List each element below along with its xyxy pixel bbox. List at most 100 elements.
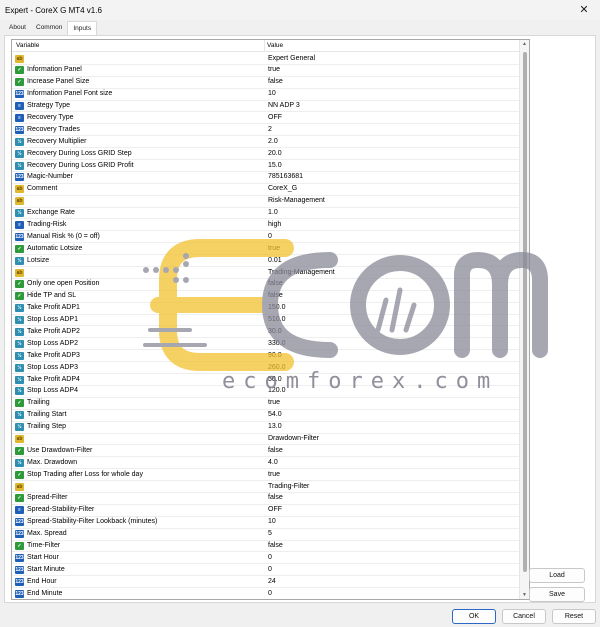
- grid-row[interactable]: ✓ Information Panel true: [12, 65, 520, 77]
- variable-value[interactable]: OFF: [268, 114, 282, 121]
- grid-row[interactable]: ab Risk-Management: [12, 196, 520, 208]
- variable-value[interactable]: true: [268, 245, 280, 252]
- grid-row[interactable]: 123 Recovery Trades 2: [12, 124, 520, 137]
- grid-row[interactable]: ab Trading-Management: [12, 267, 520, 279]
- variable-value[interactable]: 330.0: [268, 340, 286, 347]
- grid-row[interactable]: ✓ Automatic Lotsize true: [12, 243, 520, 256]
- variable-value[interactable]: 150.0: [268, 304, 286, 311]
- variable-value[interactable]: Expert General: [268, 55, 315, 62]
- variable-value[interactable]: Drawdown-Filter: [268, 435, 319, 442]
- grid-row[interactable]: ab Drawdown-Filter: [12, 434, 520, 446]
- scroll-down-icon[interactable]: ▼: [522, 592, 527, 598]
- grid-row[interactable]: ✓ Only one open Position false: [12, 279, 520, 291]
- grid-row[interactable]: 123 Information Panel Font size 10: [12, 89, 520, 101]
- grid-row[interactable]: ≡ Trading-Risk high: [12, 219, 520, 232]
- grid-row[interactable]: ✓ Time-Filter false: [12, 541, 520, 553]
- grid-row[interactable]: 123 End Hour 24: [12, 576, 520, 589]
- variable-value[interactable]: 0: [268, 590, 272, 597]
- variable-value[interactable]: 260.0: [268, 364, 286, 371]
- variable-value[interactable]: 2.0: [268, 138, 278, 145]
- variable-value[interactable]: 24: [268, 578, 276, 585]
- variable-value[interactable]: Trading-Management: [268, 269, 335, 276]
- grid-row[interactable]: ½ Stop Loss ADP1 510.0: [12, 315, 520, 327]
- grid-row[interactable]: ½ Take Profit ADP4 50.0: [12, 374, 520, 386]
- grid-row[interactable]: ✓ Use Drawdown-Filter false: [12, 445, 520, 458]
- variable-value[interactable]: true: [268, 399, 280, 406]
- grid-row[interactable]: ½ Recovery During Loss GRID Profit 15.0: [12, 160, 520, 172]
- variable-value[interactable]: 90.0: [268, 352, 282, 359]
- variable-value[interactable]: 5: [268, 530, 272, 537]
- variable-value[interactable]: 15.0: [268, 162, 282, 169]
- grid-row[interactable]: ½ Recovery Multiplier 2.0: [12, 136, 520, 149]
- grid-row[interactable]: ½ Take Profit ADP3 90.0: [12, 350, 520, 363]
- grid-row[interactable]: 123 End Minute 0: [12, 588, 520, 599]
- grid-row[interactable]: ✓ Spread-Filter false: [12, 493, 520, 505]
- variable-value[interactable]: OFF: [268, 506, 282, 513]
- grid-row[interactable]: ½ Lotsize 0.01: [12, 255, 520, 268]
- variable-value[interactable]: 510.0: [268, 316, 286, 323]
- variable-value[interactable]: 4.0: [268, 459, 278, 466]
- variable-value[interactable]: 10: [268, 518, 276, 525]
- variable-value[interactable]: 30.0: [268, 328, 282, 335]
- grid-row[interactable]: ✓ Hide TP and SL false: [12, 291, 520, 303]
- grid-row[interactable]: ½ Take Profit ADP1 150.0: [12, 303, 520, 315]
- grid-row[interactable]: 123 Start Hour 0: [12, 552, 520, 565]
- grid-row[interactable]: ≡ Strategy Type NN ADP 3: [12, 101, 520, 113]
- load-button[interactable]: Load: [529, 568, 585, 583]
- scroll-up-icon[interactable]: ▲: [522, 41, 527, 47]
- grid-row[interactable]: ab Comment CoreX_G: [12, 184, 520, 196]
- grid-row[interactable]: ½ Stop Loss ADP3 260.0: [12, 362, 520, 375]
- grid-row[interactable]: ½ Max. Drawdown 4.0: [12, 457, 520, 470]
- close-button[interactable]: ✕: [576, 2, 592, 18]
- variable-value[interactable]: false: [268, 280, 283, 287]
- grid-row[interactable]: ½ Stop Loss ADP2 330.0: [12, 338, 520, 351]
- tab-inputs[interactable]: Inputs: [67, 21, 98, 36]
- variable-value[interactable]: NN ADP 3: [268, 102, 300, 109]
- grid-row[interactable]: ½ Take Profit ADP2 30.0: [12, 326, 520, 339]
- grid-row[interactable]: ½ Recovery During Loss GRID Step 20.0: [12, 148, 520, 161]
- grid-row[interactable]: ½ Trailing Start 54.0: [12, 410, 520, 422]
- variable-value[interactable]: 120.0: [268, 387, 286, 394]
- grid-row[interactable]: ✓ Stop Trading after Loss for whole day tr…: [12, 469, 520, 482]
- variable-value[interactable]: 0: [268, 233, 272, 240]
- grid-row[interactable]: ab Expert General: [12, 53, 520, 65]
- variable-value[interactable]: false: [268, 494, 283, 501]
- variable-value[interactable]: 54.0: [268, 411, 282, 418]
- variable-value[interactable]: high: [268, 221, 281, 228]
- grid-row[interactable]: ✓ Trailing true: [12, 398, 520, 410]
- grid-row[interactable]: ✓ Increase Panel Size false: [12, 77, 520, 89]
- variable-value[interactable]: true: [268, 66, 280, 73]
- grid-row[interactable]: 123 Max. Spread 5: [12, 529, 520, 541]
- cancel-button[interactable]: Cancel: [502, 609, 546, 624]
- grid-row[interactable]: ≡ Recovery Type OFF: [12, 112, 520, 125]
- grid-row[interactable]: ½ Stop Loss ADP4 120.0: [12, 386, 520, 398]
- variable-value[interactable]: 10: [268, 90, 276, 97]
- tab-about[interactable]: About: [4, 21, 31, 35]
- variable-value[interactable]: 785163681: [268, 173, 303, 180]
- column-separator[interactable]: [264, 40, 265, 52]
- column-header-variable[interactable]: Variable: [16, 42, 39, 49]
- grid-row[interactable]: 123 Magic-Number 785163681: [12, 172, 520, 184]
- grid-row[interactable]: 123 Start Minute 0: [12, 564, 520, 577]
- grid-row[interactable]: ½ Trailing Step 13.0: [12, 422, 520, 434]
- variable-value[interactable]: false: [268, 447, 283, 454]
- variable-value[interactable]: 13.0: [268, 423, 282, 430]
- grid-row[interactable]: 123 Spread-Stability-Filter Lookback (min…: [12, 517, 520, 529]
- variable-value[interactable]: false: [268, 78, 283, 85]
- ok-button[interactable]: OK: [452, 609, 496, 624]
- variable-value[interactable]: CoreX_G: [268, 185, 297, 192]
- variable-value[interactable]: 0: [268, 554, 272, 561]
- grid-row[interactable]: ≡ Spread-Stability-Filter OFF: [12, 505, 520, 517]
- grid-row[interactable]: ab Trading-Filter: [12, 481, 520, 493]
- variable-value[interactable]: true: [268, 471, 280, 478]
- grid-row[interactable]: ½ Exchange Rate 1.0: [12, 208, 520, 220]
- variable-value[interactable]: Risk-Management: [268, 197, 325, 204]
- variable-value[interactable]: 0.01: [268, 257, 282, 264]
- variable-value[interactable]: 50.0: [268, 376, 282, 383]
- variable-value[interactable]: 20.0: [268, 150, 282, 157]
- reset-button[interactable]: Reset: [552, 609, 596, 624]
- grid-row[interactable]: 123 Manual Risk % (0 = off) 0: [12, 231, 520, 244]
- variable-value[interactable]: false: [268, 292, 283, 299]
- tab-common[interactable]: Common: [31, 21, 67, 35]
- vertical-scrollbar[interactable]: ▲ ▼: [519, 40, 529, 599]
